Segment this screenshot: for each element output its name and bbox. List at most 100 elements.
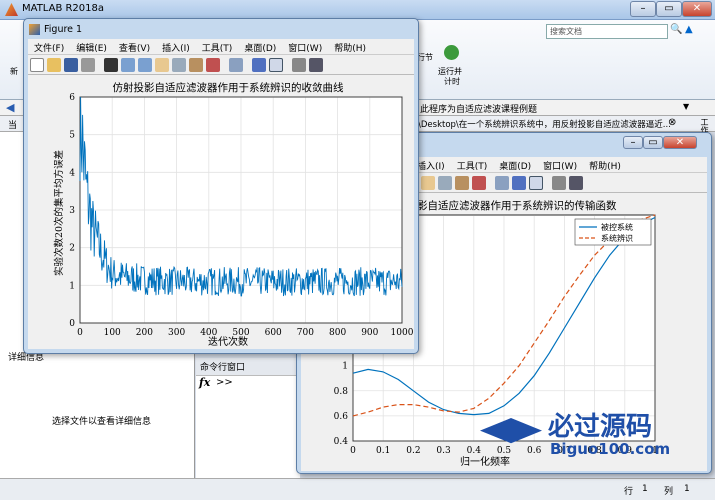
left-tab-label[interactable]: 当 (8, 118, 17, 131)
x-tick-label: 200 (136, 328, 153, 338)
x-tick-label: 400 (200, 328, 217, 338)
y-tick-label: 4 (69, 168, 75, 178)
show-tools-icon[interactable] (309, 58, 323, 72)
fig2-menu-tools[interactable]: 工具(T) (451, 157, 494, 172)
show-tools-icon[interactable] (569, 176, 583, 190)
ribbon-new-label[interactable]: 新 (10, 66, 18, 77)
fig1-canvas: 仿射投影自适应滤波器作用于系统辨识的收敛曲线 迭代次数 实验次数20次的集平均方… (28, 75, 414, 349)
legend-label: 系统辨识 (601, 233, 633, 243)
figure-1-title: Figure 1 (44, 24, 83, 35)
menu-view[interactable]: 查看(V) (113, 39, 156, 54)
legend-icon[interactable] (529, 176, 543, 190)
command-window[interactable]: 命令行窗口 fx >> (196, 358, 300, 478)
rotate-icon[interactable] (438, 176, 452, 190)
fig2-maximize-button[interactable]: ▭ (643, 136, 663, 149)
fig2-menu-window[interactable]: 窗口(W) (537, 157, 583, 172)
y-tick-label: 1 (342, 362, 348, 372)
col-value: 1 (684, 484, 690, 494)
datacursor-icon[interactable] (455, 176, 469, 190)
brush-icon[interactable] (472, 176, 486, 190)
details-text: 选择文件以查看详细信息 (52, 417, 152, 427)
figure-1-titlebar[interactable]: Figure 1 (24, 19, 418, 41)
col-label: 列 (664, 487, 674, 497)
hide-tools-icon[interactable] (552, 176, 566, 190)
y-tick-label: 0.6 (334, 412, 349, 422)
menu-help[interactable]: 帮助(H) (328, 39, 372, 54)
maximize-button[interactable]: ▭ (656, 1, 682, 17)
tab-close-icon[interactable]: ⊗ (668, 117, 676, 128)
run-advance-label-2[interactable]: 计时 (444, 76, 460, 87)
link-icon[interactable] (229, 58, 243, 72)
fig2-menu-help[interactable]: 帮助(H) (583, 157, 627, 172)
matlab-logo-icon (5, 3, 18, 16)
y-tick-label: 0.4 (334, 437, 349, 447)
x-tick-label: 600 (265, 328, 282, 338)
editor-path-tab[interactable]: \Desktop\在一个系统辨识系统中，用反射投影自适应滤波器逼近... (418, 118, 671, 130)
zoom-in-icon[interactable] (121, 58, 135, 72)
y-tick-label: 0.8 (334, 387, 349, 397)
pan-icon[interactable] (155, 58, 169, 72)
print-icon[interactable] (81, 58, 95, 72)
close-button[interactable]: ✕ (682, 1, 712, 17)
chart2-title: 仿射投影自适应滤波器作用于系统辨识的传输函数 (386, 199, 617, 212)
fig2-close-button[interactable]: ✕ (663, 136, 697, 149)
chart1-title: 仿射投影自适应滤波器作用于系统辨识的收敛曲线 (113, 81, 344, 94)
ribbon-collapse-icon[interactable]: ▲ (685, 24, 693, 35)
search-input[interactable]: 搜索文档 (546, 24, 668, 39)
menu-insert[interactable]: 插入(I) (156, 39, 196, 54)
status-bar: 行 1 列 1 (0, 478, 715, 500)
matlab-titlebar: MATLAB R2018a – ▭ ✕ (0, 0, 715, 20)
y-tick-label: 2 (69, 244, 75, 254)
save-icon[interactable] (64, 58, 78, 72)
fig2-minimize-button[interactable]: – (623, 136, 643, 149)
edit-plot-icon[interactable] (104, 58, 118, 72)
menu-tools[interactable]: 工具(T) (196, 39, 239, 54)
datacursor-icon[interactable] (189, 58, 203, 72)
ribbon-section-label[interactable]: 行节 (417, 52, 433, 63)
menu-window[interactable]: 窗口(W) (282, 39, 328, 54)
chart-convergence-curve: 仿射投影自适应滤波器作用于系统辨识的收敛曲线 迭代次数 实验次数20次的集平均方… (53, 81, 414, 348)
fx-icon[interactable]: fx (199, 376, 210, 389)
fig2-menu-desktop[interactable]: 桌面(D) (493, 157, 537, 172)
menu-edit[interactable]: 编辑(E) (70, 39, 113, 54)
figure-icon (29, 24, 40, 35)
back-arrow-icon[interactable]: ◀ (6, 101, 14, 114)
folder-description: 此程序为自适应滤波课程例题 (420, 105, 538, 115)
colorbar-icon[interactable] (252, 58, 266, 72)
link-icon[interactable] (495, 176, 509, 190)
command-window-header: 命令行窗口 (196, 358, 300, 376)
minimize-button[interactable]: – (630, 1, 656, 17)
figure-1-window[interactable]: Figure 1 文件(F) 编辑(E) 查看(V) 插入(I) 工具(T) 桌面(D) 窗… (23, 18, 419, 354)
y-tick-label: 5 (69, 131, 75, 141)
fig1-toolbar (28, 55, 414, 75)
x-tick-label: 800 (329, 328, 346, 338)
search-icon[interactable]: 🔍 (670, 24, 682, 35)
y-tick-label: 6 (69, 93, 75, 103)
y-tick-label: 3 (69, 206, 75, 216)
open-file-icon[interactable] (47, 58, 61, 72)
matlab-title: MATLAB R2018a (22, 3, 105, 14)
hide-tools-icon[interactable] (292, 58, 306, 72)
watermark-logo: 必过源码 Biguo100.com (478, 404, 708, 464)
command-prompt[interactable]: >> (216, 377, 233, 388)
legend-icon[interactable] (269, 58, 283, 72)
x-tick-label: 700 (297, 328, 314, 338)
run-advance-icon[interactable] (444, 45, 459, 60)
y-tick-label: 0 (69, 319, 75, 329)
zoom-out-icon[interactable] (138, 58, 152, 72)
menu-file[interactable]: 文件(F) (28, 39, 70, 54)
x-tick-label: 300 (168, 328, 185, 338)
x-tick-label: 0.3 (436, 446, 451, 456)
pan-icon[interactable] (421, 176, 435, 190)
chart1-ylabel: 实验次数20次的集平均方误差 (53, 150, 65, 276)
colorbar-icon[interactable] (512, 176, 526, 190)
row-label: 行 (624, 487, 634, 497)
address-dropdown-icon[interactable]: ▼ (683, 102, 689, 111)
brush-icon[interactable] (206, 58, 220, 72)
x-tick-label: 0 (350, 446, 356, 456)
x-tick-label: 100 (104, 328, 121, 338)
rotate-icon[interactable] (172, 58, 186, 72)
menu-desktop[interactable]: 桌面(D) (238, 39, 282, 54)
new-figure-icon[interactable] (30, 58, 44, 72)
y-tick-label: 1 (69, 281, 75, 291)
